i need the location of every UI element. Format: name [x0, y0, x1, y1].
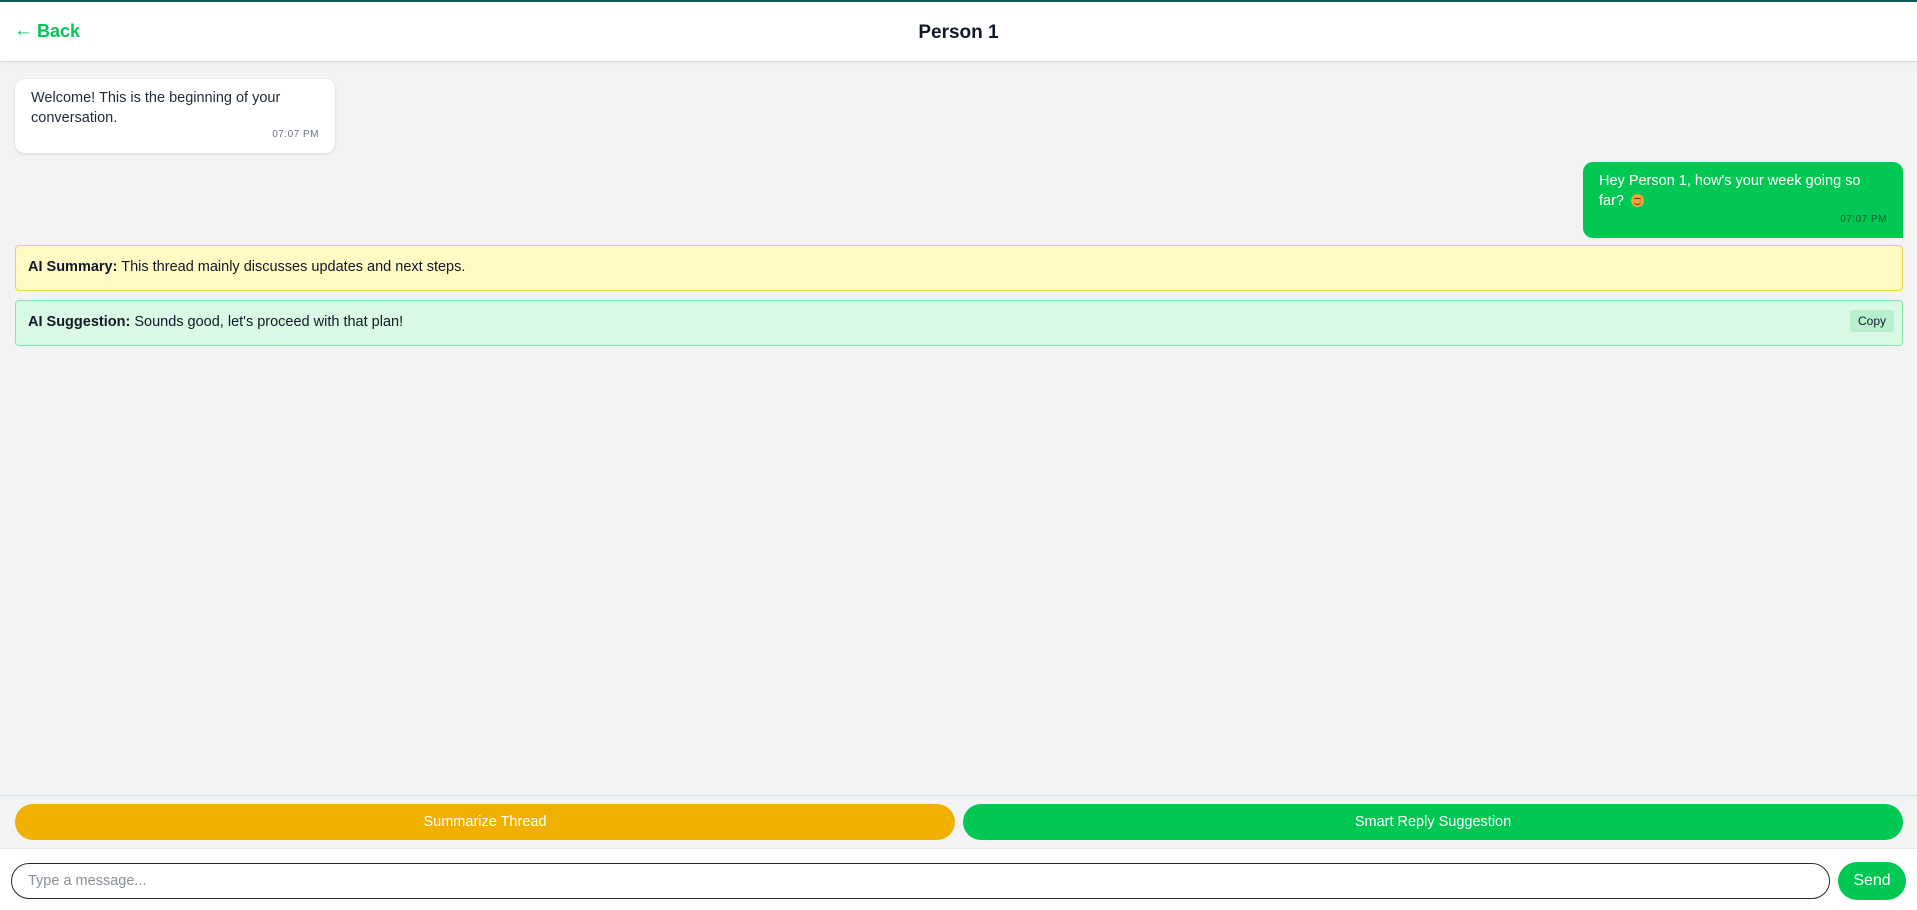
incoming-message: Welcome! This is the beginning of your c…	[15, 79, 335, 153]
message-input[interactable]	[11, 863, 1830, 899]
summarize-thread-button[interactable]: Summarize Thread	[15, 804, 955, 840]
ai-action-bar: Summarize Thread Smart Reply Suggestion	[0, 795, 1917, 848]
conversation-title: Person 1	[918, 22, 999, 43]
message-text: Welcome! This is the beginning of your c…	[31, 90, 281, 126]
chat-header: ← Back Person 1	[0, 0, 1917, 62]
message-list[interactable]: Welcome! This is the beginning of your c…	[0, 62, 1917, 795]
ai-summary-panel: AI Summary: This thread mainly discusses…	[15, 245, 1903, 291]
ai-summary-label: AI Summary:	[28, 259, 118, 275]
ai-suggestion-label: AI Suggestion:	[28, 314, 131, 330]
composer-bar: Send	[0, 848, 1917, 910]
smiling-face-emoji-icon	[1631, 194, 1645, 207]
outgoing-message: Hey Person 1, how's your week going so f…	[1583, 162, 1903, 238]
copy-suggestion-button[interactable]: Copy	[1849, 310, 1894, 332]
message-time: 07:07 PM	[272, 129, 319, 140]
ai-summary-text: This thread mainly discusses updates and…	[117, 259, 466, 275]
smart-reply-button[interactable]: Smart Reply Suggestion	[963, 804, 1903, 840]
ai-suggestion-text: Sounds good, let's proceed with that pla…	[130, 314, 404, 330]
chat-app: ← Back Person 1 Welcome! This is the beg…	[0, 0, 1917, 910]
send-button[interactable]: Send	[1838, 862, 1906, 900]
ai-suggestion-panel: AI Suggestion: Sounds good, let's procee…	[15, 300, 1903, 346]
message-time: 07:07 PM	[1840, 214, 1887, 225]
